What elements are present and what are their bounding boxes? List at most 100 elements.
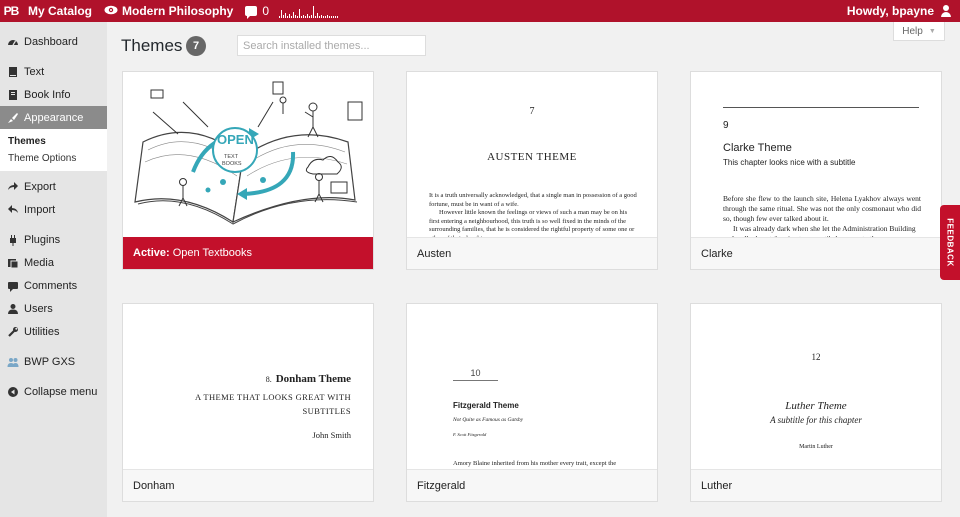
menu-media[interactable]: Media — [0, 251, 107, 274]
clarke-heading: Clarke Theme — [723, 142, 792, 154]
admin-bar: PB My Catalog Modern Philosophy 0 Howdy,… — [0, 0, 960, 22]
dashboard-icon — [6, 35, 20, 49]
austen-body: It is a truth universally acknowledged, … — [429, 192, 637, 208]
menu-utilities[interactable]: Utilities — [0, 320, 107, 343]
menu-utilities-label: Utilities — [24, 325, 60, 338]
comment-count: 0 — [262, 4, 270, 18]
theme-name: Luther — [701, 479, 733, 492]
menu-bwp-gxs-label: BWP GXS — [24, 355, 76, 368]
theme-card-open-textbooks[interactable]: OPEN TEXT BOOKS Active: Open Textbooks — [122, 71, 374, 270]
svg-text:TEXT: TEXT — [224, 154, 239, 160]
theme-name: Austen — [417, 247, 452, 260]
submenu-theme-options[interactable]: Theme Options — [0, 150, 107, 167]
menu-media-label: Media — [24, 256, 54, 269]
menu-book-info[interactable]: Book Info — [0, 83, 107, 106]
my-catalog-label: My Catalog — [28, 4, 93, 18]
menu-users[interactable]: Users — [0, 297, 107, 320]
collapse-menu-label: Collapse menu — [24, 385, 98, 398]
user-icon — [940, 5, 952, 17]
theme-name: Clarke — [701, 247, 733, 260]
menu-dashboard-label: Dashboard — [24, 35, 78, 48]
feedback-tab[interactable]: FEEDBACK — [940, 205, 960, 280]
search-themes-input[interactable] — [237, 35, 426, 56]
pressbooks-logo[interactable]: PB — [0, 0, 22, 22]
fitzgerald-subtitle: Not Quite as Famous as Gatsby — [453, 417, 524, 423]
import-icon — [6, 203, 20, 217]
menu-dashboard[interactable]: Dashboard — [0, 30, 107, 53]
clarke-subtitle: This chapter looks nice with a subtitle — [723, 158, 856, 167]
menu-users-label: Users — [24, 302, 53, 315]
collapse-menu-button[interactable]: Collapse menu — [0, 380, 107, 403]
theme-screenshot: 8. Donham Theme A THEME THAT LOOKS GREAT … — [123, 304, 373, 470]
theme-card-donham[interactable]: 8. Donham Theme A THEME THAT LOOKS GREAT … — [122, 303, 374, 502]
main-content: Help▼ Themes 7 OPEN TEX — [107, 22, 960, 517]
menu-text-label: Text — [24, 65, 45, 78]
menu-bwp-gxs[interactable]: BWP GXS — [0, 350, 107, 373]
fitzgerald-chapter-number: 10 — [470, 368, 481, 378]
theme-card-clarke[interactable]: 9 Clarke Theme This chapter looks nice w… — [690, 71, 942, 270]
account-menu[interactable]: Howdy, bpayne — [847, 4, 952, 18]
my-catalog-link[interactable]: My Catalog — [28, 4, 92, 18]
submenu-themes[interactable]: Themes — [0, 133, 107, 150]
open-textbooks-illustration-icon: OPEN TEXT BOOKS — [134, 81, 363, 225]
theme-count-badge: 7 — [186, 36, 206, 56]
austen-body-2: However little known the feelings or vie… — [429, 209, 635, 238]
help-tab[interactable]: Help ▼ — [893, 22, 945, 41]
luther-subtitle: A subtitle for this chapter — [770, 415, 862, 425]
theme-name: Open Textbooks — [172, 247, 252, 259]
help-label: Help — [902, 25, 923, 37]
svg-text:BOOKS: BOOKS — [222, 161, 242, 167]
page-title: Themes — [121, 36, 183, 55]
users-icon — [6, 302, 20, 316]
feedback-label: FEEDBACK — [945, 218, 955, 267]
theme-name-bar: Clarke — [691, 237, 941, 269]
brush-icon — [6, 111, 20, 125]
austen-heading: AUSTEN THEME — [487, 151, 577, 163]
theme-name-bar: Donham — [123, 469, 373, 501]
collapse-icon — [6, 385, 20, 399]
svg-text:OPEN: OPEN — [217, 132, 254, 147]
theme-screenshot: 9 Clarke Theme This chapter looks nice w… — [691, 72, 941, 238]
menu-comments[interactable]: Comments — [0, 274, 107, 297]
clarke-body: Before she flew to the launch site, Hele… — [723, 194, 921, 223]
menu-book-info-label: Book Info — [24, 88, 71, 101]
theme-screenshot: 10 Fitzgerald Theme Not Quite as Famous … — [407, 304, 657, 470]
media-icon — [6, 256, 20, 270]
eye-icon — [104, 4, 118, 18]
menu-export[interactable]: Export — [0, 175, 107, 198]
theme-screenshot: 12 Luther Theme A subtitle for this chap… — [691, 304, 941, 470]
menu-text[interactable]: Text — [0, 60, 107, 83]
luther-chapter-number: 12 — [811, 352, 821, 362]
active-label: Active: — [133, 247, 170, 259]
theme-name-bar: Fitzgerald — [407, 469, 657, 501]
theme-card-luther[interactable]: 12 Luther Theme A subtitle for this chap… — [690, 303, 942, 502]
menu-import[interactable]: Import — [0, 198, 107, 221]
donham-heading: Donham Theme — [275, 373, 351, 385]
theme-screenshot: OPEN TEXT BOOKS — [123, 72, 373, 238]
plugin-icon — [6, 233, 20, 247]
austen-chapter-number: 7 — [529, 106, 535, 117]
theme-card-austen[interactable]: 7 AUSTEN THEME It is a truth universally… — [406, 71, 658, 270]
appearance-submenu: Themes Theme Options — [0, 129, 107, 171]
clarke-chapter-number: 9 — [723, 120, 729, 131]
theme-card-fitzgerald[interactable]: 10 Fitzgerald Theme Not Quite as Famous … — [406, 303, 658, 502]
comments-link[interactable]: 0 — [245, 4, 270, 19]
fitzgerald-author: F. Scott Fitzgerald — [453, 432, 487, 437]
book-label: Modern Philosophy — [122, 4, 234, 18]
theme-name-bar: Active: Open Textbooks — [123, 237, 373, 269]
menu-appearance-label: Appearance — [24, 111, 84, 124]
menu-plugins[interactable]: Plugins — [0, 228, 107, 251]
menu-appearance[interactable]: Appearance — [0, 106, 107, 129]
caret-down-icon: ▼ — [928, 27, 936, 35]
fitzgerald-rule — [453, 380, 498, 381]
comment-icon — [6, 279, 20, 293]
book-icon — [6, 65, 20, 79]
greeting: Howdy, bpayne — [846, 4, 934, 18]
luther-author: Martin Luther — [799, 444, 833, 450]
export-icon — [6, 180, 20, 194]
comment-bubble-icon — [245, 6, 258, 19]
menu-export-label: Export — [24, 180, 56, 193]
stats-sparkline[interactable] — [279, 4, 339, 18]
clarke-body-2: It was already dark when she let the Adm… — [723, 224, 916, 238]
book-link[interactable]: Modern Philosophy — [104, 4, 233, 18]
